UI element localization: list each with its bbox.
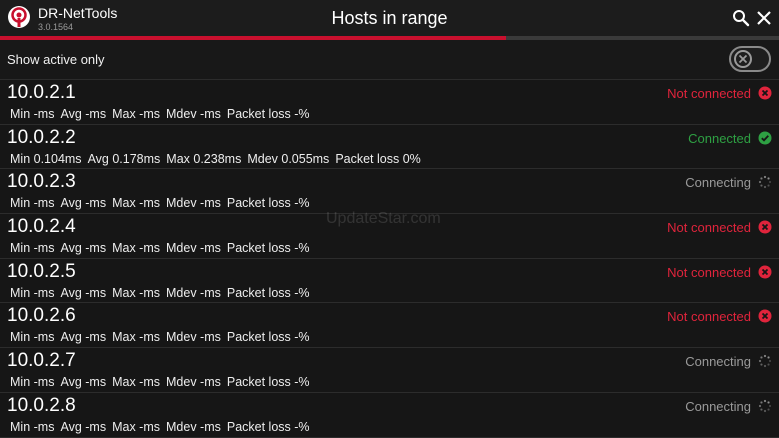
- host-stats: Min -ms Avg -ms Max -ms Mdev -ms Packet loss…: [10, 330, 316, 344]
- stat-min: Min 0.104ms: [10, 151, 82, 166]
- stat-max: Max -ms: [112, 196, 160, 211]
- host-ip: 10.0.2.3: [7, 171, 76, 193]
- stat-max: Max -ms: [112, 419, 160, 434]
- stat-max: Max -ms: [112, 107, 160, 121]
- stat-avg: Avg -ms: [60, 196, 107, 211]
- host-row[interactable]: 10.0.2.1 Min -ms Avg -ms Max -ms Mdev -ms Pac…: [0, 80, 779, 125]
- stat-avg: Avg -ms: [60, 419, 107, 434]
- stat-packet-loss: Packet loss -%: [226, 285, 310, 300]
- error-icon: [758, 265, 772, 279]
- stat-avg: Avg 0.178ms: [87, 151, 161, 166]
- stat-min: Min -ms: [10, 285, 55, 300]
- stat-packet-loss: Packet loss -%: [226, 196, 310, 211]
- stat-min: Min -ms: [10, 375, 55, 390]
- app-name: DR-NetTools: [38, 5, 118, 21]
- host-ip: 10.0.2.7: [7, 350, 76, 372]
- toggle-knob: [734, 50, 752, 68]
- host-row[interactable]: 10.0.2.6 Min -ms Avg -ms Max -ms Mdev -ms Pac…: [0, 303, 779, 349]
- stat-min: Min -ms: [10, 241, 55, 256]
- host-stats: Min -ms Avg -ms Max -ms Mdev -ms Packet loss…: [10, 420, 316, 434]
- stat-packet-loss: Packet loss -%: [226, 419, 310, 434]
- host-status: Connected: [688, 130, 751, 146]
- spinner-icon: [758, 399, 772, 412]
- stat-mdev: Mdev -ms: [166, 330, 221, 345]
- stat-mdev: Mdev -ms: [166, 241, 221, 256]
- stat-avg: Avg -ms: [60, 285, 107, 300]
- host-ip: 10.0.2.8: [7, 394, 76, 416]
- app-bar: DR-NetTools 3.0.1564 Hosts in range: [0, 0, 779, 36]
- stat-max: Max -ms: [112, 330, 160, 345]
- stat-avg: Avg -ms: [60, 375, 107, 390]
- stat-mdev: Mdev 0.055ms: [247, 151, 330, 166]
- stat-mdev: Mdev -ms: [166, 196, 221, 211]
- toggle-off-icon: [738, 54, 748, 64]
- host-status: Not connected: [667, 264, 751, 280]
- host-stats: Min -ms Avg -ms Max -ms Mdev -ms Packet loss…: [10, 375, 316, 389]
- host-row[interactable]: 10.0.2.8 Min -ms Avg -ms Max -ms Mdev -ms Pac…: [0, 393, 779, 438]
- spinner-icon: [758, 355, 772, 368]
- stat-mdev: Mdev -ms: [166, 419, 221, 434]
- host-row[interactable]: 10.0.2.3 Min -ms Avg -ms Max -ms Mdev -ms Pac…: [0, 169, 779, 215]
- stat-min: Min -ms: [10, 196, 55, 211]
- stat-avg: Avg -ms: [60, 241, 107, 256]
- stat-avg: Avg -ms: [60, 330, 107, 345]
- host-row[interactable]: 10.0.2.4 Min -ms Avg -ms Max -ms Mdev -ms Pac…: [0, 214, 779, 259]
- host-ip: 10.0.2.1: [7, 82, 76, 103]
- show-active-only-label: Show active only: [7, 52, 105, 67]
- spinner-icon: [758, 176, 772, 189]
- error-icon: [758, 220, 772, 234]
- host-ip: 10.0.2.5: [7, 260, 76, 282]
- stat-packet-loss: Packet loss -%: [226, 107, 310, 121]
- host-row[interactable]: 10.0.2.2 Min 0.104ms Avg 0.178ms Max 0.238m…: [0, 125, 779, 170]
- stat-packet-loss: Packet loss -%: [226, 375, 310, 390]
- search-icon[interactable]: [732, 9, 750, 27]
- stat-packet-loss: Packet loss -%: [226, 241, 310, 256]
- host-status: Not connected: [667, 220, 751, 236]
- stat-min: Min -ms: [10, 330, 55, 345]
- stat-max: Max -ms: [112, 285, 160, 300]
- host-stats: Min -ms Avg -ms Max -ms Mdev -ms Packet loss…: [10, 107, 316, 121]
- host-status: Not connected: [667, 86, 751, 101]
- host-ip: 10.0.2.6: [7, 305, 76, 327]
- app-logo-icon: [8, 6, 30, 28]
- stat-max: Max -ms: [112, 241, 160, 256]
- host-stats: Min -ms Avg -ms Max -ms Mdev -ms Packet loss…: [10, 196, 316, 210]
- host-stats: Min -ms Avg -ms Max -ms Mdev -ms Packet loss…: [10, 241, 316, 255]
- error-icon: [758, 86, 772, 100]
- stat-mdev: Mdev -ms: [166, 107, 221, 121]
- stat-max: Max -ms: [112, 375, 160, 390]
- stat-avg: Avg -ms: [60, 107, 107, 121]
- host-stats: Min 0.104ms Avg 0.178ms Max 0.238ms Mdev 0.…: [10, 152, 427, 166]
- host-status: Connecting: [685, 175, 751, 191]
- host-stats: Min -ms Avg -ms Max -ms Mdev -ms Packet loss…: [10, 286, 316, 300]
- host-status: Connecting: [685, 354, 751, 370]
- error-icon: [758, 309, 772, 323]
- stat-packet-loss: Packet loss -%: [226, 330, 310, 345]
- filter-row: Show active only: [0, 40, 779, 80]
- host-row[interactable]: 10.0.2.5 Min -ms Avg -ms Max -ms Mdev -ms Pac…: [0, 259, 779, 304]
- app-version: 3.0.1564: [38, 22, 74, 32]
- host-status: Connecting: [685, 398, 751, 414]
- stat-min: Min -ms: [10, 419, 55, 434]
- host-row[interactable]: 10.0.2.7 Min -ms Avg -ms Max -ms Mdev -ms Pac…: [0, 348, 779, 393]
- stat-max: Max 0.238ms: [166, 151, 242, 166]
- stat-mdev: Mdev -ms: [166, 285, 221, 300]
- close-icon[interactable]: [755, 9, 773, 27]
- stat-mdev: Mdev -ms: [166, 375, 221, 390]
- stat-min: Min -ms: [10, 107, 55, 121]
- host-ip: 10.0.2.4: [7, 216, 76, 238]
- host-status: Not connected: [667, 309, 751, 325]
- host-ip: 10.0.2.2: [7, 126, 76, 148]
- stat-packet-loss: Packet loss 0%: [335, 151, 421, 166]
- check-icon: [758, 131, 772, 145]
- page-title: Hosts in range: [331, 8, 448, 28]
- show-active-only-toggle[interactable]: [729, 46, 771, 72]
- host-list: 10.0.2.1 Min -ms Avg -ms Max -ms Mdev -ms Pac…: [0, 80, 779, 438]
